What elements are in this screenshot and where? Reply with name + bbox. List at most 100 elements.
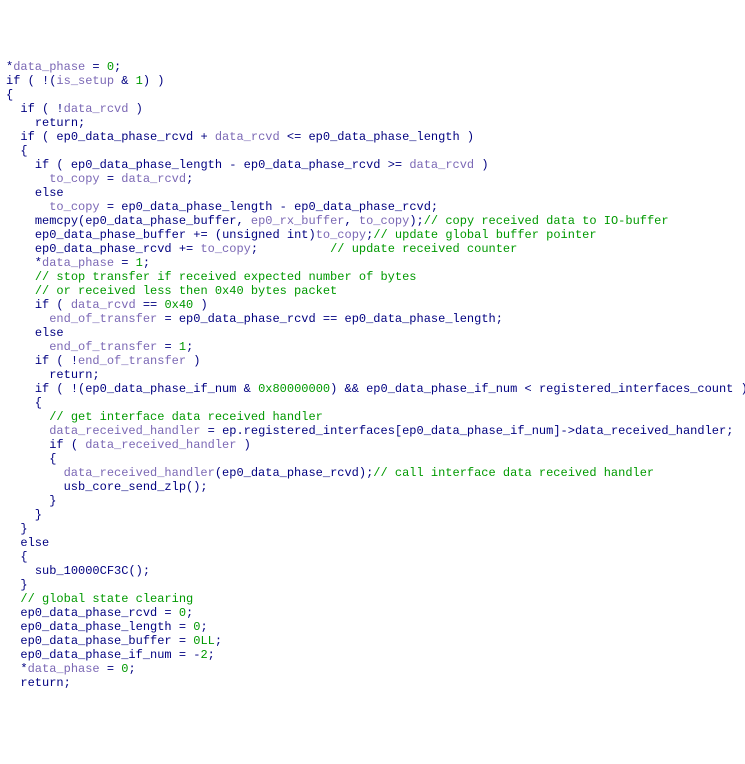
code-token: [6, 634, 20, 648]
code-token: =: [100, 662, 122, 676]
code-token: [6, 340, 49, 354]
code-token: ;: [431, 200, 438, 214]
code-token: {: [6, 144, 28, 158]
code-token: <: [517, 382, 539, 396]
code-token: // update global buffer pointer: [373, 228, 596, 242]
code-line: ep0_data_phase_rcvd = 0;: [6, 606, 739, 620]
code-token: }: [6, 494, 56, 508]
code-token: &: [114, 74, 136, 88]
code-token: ;: [208, 648, 215, 662]
code-line: }: [6, 578, 739, 592]
code-token: ep0_data_phase_length: [345, 312, 496, 326]
code-token: return: [35, 116, 78, 130]
code-token: ep0_data_phase_rcvd: [294, 200, 431, 214]
code-token: 0: [107, 60, 114, 74]
code-line: if ( ep0_data_phase_rcvd + data_rcvd <= …: [6, 130, 739, 144]
code-token: }: [6, 578, 28, 592]
code-token: ();: [186, 480, 208, 494]
code-token: ;: [186, 340, 193, 354]
code-line: if ( !(ep0_data_phase_if_num & 0x8000000…: [6, 382, 739, 396]
code-token: return: [20, 676, 63, 690]
code-line: }: [6, 508, 739, 522]
code-line: *data_phase = 0;: [6, 662, 739, 676]
code-token: end_of_transfer: [49, 312, 157, 326]
code-token: else: [35, 186, 64, 200]
code-token: ep0_data_phase_length: [121, 200, 272, 214]
code-token: =: [100, 172, 122, 186]
code-token: +=: [172, 242, 201, 256]
code-token: ( !: [35, 102, 64, 116]
code-token: if: [49, 438, 63, 452]
code-token: [6, 186, 35, 200]
code-token: unsigned: [222, 228, 280, 242]
code-token: ep0_data_phase_if_num: [85, 382, 236, 396]
code-token: ;: [496, 312, 503, 326]
code-token: [6, 326, 35, 340]
code-line: data_received_handler = ep.registered_in…: [6, 424, 739, 438]
code-token: ==: [316, 312, 345, 326]
code-token: ;: [128, 662, 135, 676]
code-token: =: [114, 256, 136, 270]
code-token: *: [6, 662, 28, 676]
code-line: *data_phase = 1;: [6, 256, 739, 270]
code-line: return;: [6, 676, 739, 690]
code-token: end_of_transfer: [78, 354, 186, 368]
code-token: usb_core_send_zlp: [64, 480, 186, 494]
code-token: -: [272, 200, 294, 214]
code-token: 0x40: [164, 298, 193, 312]
code-token: [6, 564, 35, 578]
code-token: ep0_data_phase_rcvd: [20, 606, 157, 620]
code-token: ep0_data_phase_rcvd: [222, 466, 359, 480]
code-token: data_rcvd: [409, 158, 474, 172]
code-token: =: [157, 606, 179, 620]
code-token: else: [35, 326, 64, 340]
code-line: // stop transfer if received expected nu…: [6, 270, 739, 284]
code-token: ep0_data_phase_if_num: [366, 382, 517, 396]
code-line: usb_core_send_zlp();: [6, 480, 739, 494]
code-token: to_copy: [49, 200, 99, 214]
code-token: ): [236, 438, 250, 452]
code-line: ep0_data_phase_length = 0;: [6, 620, 739, 634]
code-line: else: [6, 536, 739, 550]
code-line: else: [6, 186, 739, 200]
code-token: 1: [179, 340, 186, 354]
code-token: return: [49, 368, 92, 382]
code-token: 1: [136, 256, 143, 270]
code-token: .: [236, 424, 243, 438]
code-token: ;: [92, 368, 99, 382]
code-line: else: [6, 326, 739, 340]
code-token: +: [193, 130, 215, 144]
code-token: += (: [186, 228, 222, 242]
code-token: ep0_rx_buffer: [251, 214, 345, 228]
code-token: >=: [381, 158, 410, 172]
code-token: );: [359, 466, 373, 480]
code-token: is_setup: [56, 74, 114, 88]
code-line: *data_phase = 0;: [6, 60, 739, 74]
code-token: [6, 648, 20, 662]
code-token: [6, 228, 35, 242]
code-token: [6, 438, 49, 452]
code-token: &: [236, 382, 258, 396]
code-line: ep0_data_phase_if_num = -2;: [6, 648, 739, 662]
code-token: [6, 424, 49, 438]
code-token: ( !(: [49, 382, 85, 396]
code-token: data_phase: [28, 662, 100, 676]
code-line: ep0_data_phase_buffer += (unsigned int)t…: [6, 228, 739, 242]
code-line: // or received less then 0x40 bytes pack…: [6, 284, 739, 298]
code-token: 0: [179, 606, 186, 620]
code-token: ;: [78, 116, 85, 130]
code-line: {: [6, 88, 739, 102]
code-token: [6, 480, 64, 494]
code-token: else: [20, 536, 49, 550]
code-token: =: [200, 424, 222, 438]
code-token: [6, 466, 64, 480]
code-line: // global state clearing: [6, 592, 739, 606]
code-token: (: [35, 130, 57, 144]
code-token: [6, 130, 20, 144]
code-line: memcpy(ep0_data_phase_buffer, ep0_rx_buf…: [6, 214, 739, 228]
code-token: [6, 172, 49, 186]
code-token: if: [6, 74, 20, 88]
code-token: ep0_data_phase_length: [308, 130, 459, 144]
code-token: if: [35, 158, 49, 172]
code-token: ep0_data_phase_rcvd: [244, 158, 381, 172]
